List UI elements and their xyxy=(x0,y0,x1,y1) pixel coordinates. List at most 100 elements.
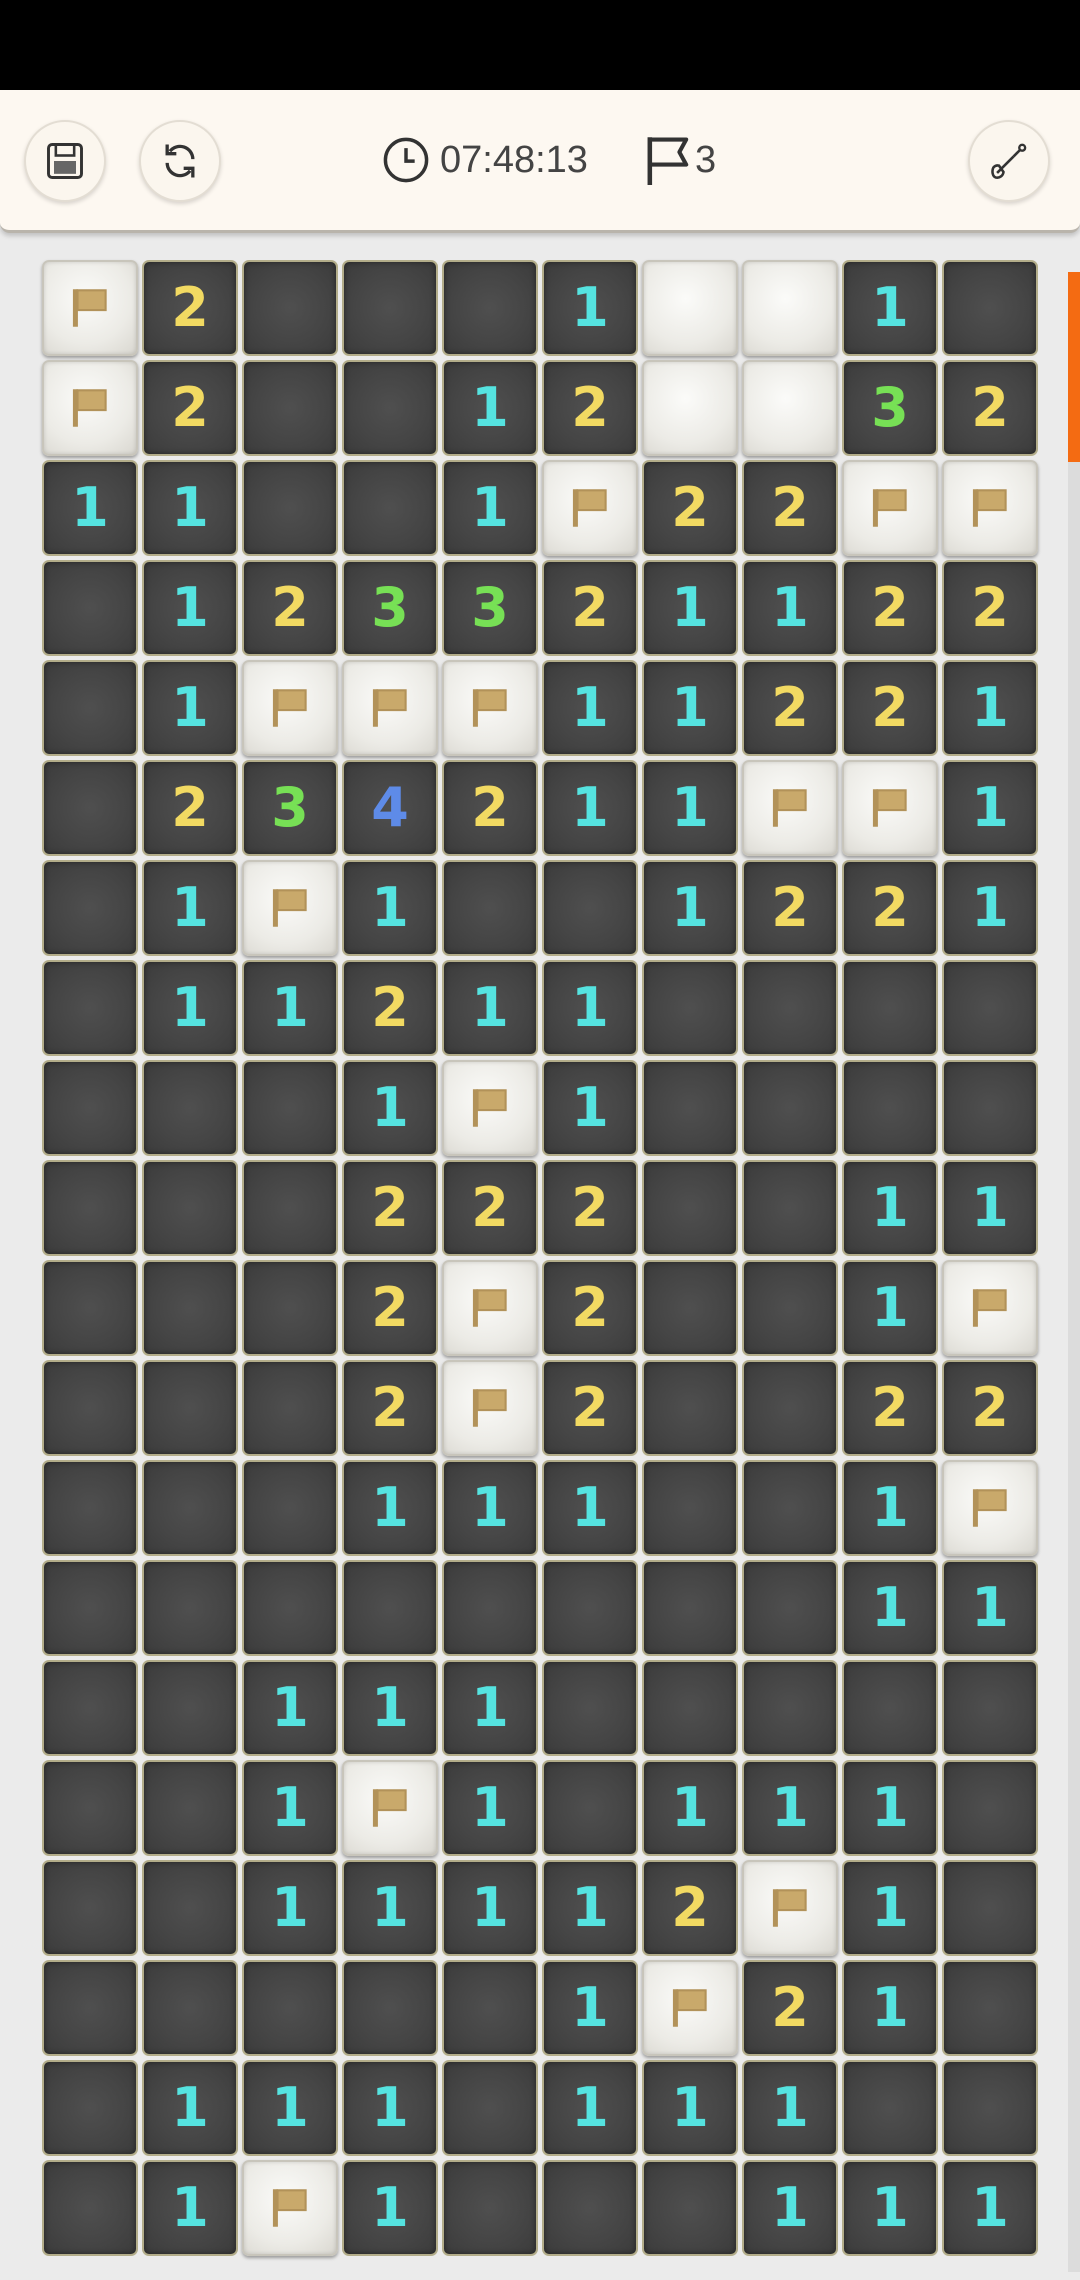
empty-cell[interactable] xyxy=(40,958,140,1058)
number-cell[interactable]: 1 xyxy=(640,858,740,958)
number-cell[interactable]: 1 xyxy=(240,958,340,1058)
hidden-cell[interactable] xyxy=(640,358,740,458)
empty-cell[interactable] xyxy=(540,1658,640,1758)
empty-cell[interactable] xyxy=(140,1658,240,1758)
number-cell[interactable]: 1 xyxy=(940,658,1040,758)
number-cell[interactable]: 2 xyxy=(940,358,1040,458)
flagged-cell[interactable] xyxy=(840,458,940,558)
number-cell[interactable]: 2 xyxy=(540,558,640,658)
empty-cell[interactable] xyxy=(40,2158,140,2258)
number-cell[interactable]: 2 xyxy=(840,658,940,758)
empty-cell[interactable] xyxy=(240,1058,340,1158)
empty-cell[interactable] xyxy=(40,758,140,858)
scrollbar-track[interactable] xyxy=(1068,272,1080,2272)
number-cell[interactable]: 2 xyxy=(840,558,940,658)
empty-cell[interactable] xyxy=(40,1258,140,1358)
empty-cell[interactable] xyxy=(740,1058,840,1158)
empty-cell[interactable] xyxy=(340,458,440,558)
flagged-cell[interactable] xyxy=(240,658,340,758)
number-cell[interactable]: 1 xyxy=(540,2058,640,2158)
number-cell[interactable]: 2 xyxy=(540,1158,640,1258)
empty-cell[interactable] xyxy=(740,1658,840,1758)
flagged-cell[interactable] xyxy=(40,358,140,458)
number-cell[interactable]: 1 xyxy=(840,258,940,358)
number-cell[interactable]: 1 xyxy=(340,1458,440,1558)
empty-cell[interactable] xyxy=(740,1458,840,1558)
number-cell[interactable]: 3 xyxy=(240,758,340,858)
empty-cell[interactable] xyxy=(340,258,440,358)
empty-cell[interactable] xyxy=(540,2158,640,2258)
empty-cell[interactable] xyxy=(40,658,140,758)
number-cell[interactable]: 2 xyxy=(740,658,840,758)
number-cell[interactable]: 1 xyxy=(840,1558,940,1658)
number-cell[interactable]: 1 xyxy=(140,958,240,1058)
empty-cell[interactable] xyxy=(140,1358,240,1458)
number-cell[interactable]: 1 xyxy=(540,1858,640,1958)
hidden-cell[interactable] xyxy=(740,358,840,458)
empty-cell[interactable] xyxy=(640,1358,740,1458)
number-cell[interactable]: 2 xyxy=(340,1258,440,1358)
empty-cell[interactable] xyxy=(940,1658,1040,1758)
flagged-cell[interactable] xyxy=(740,758,840,858)
number-cell[interactable]: 1 xyxy=(440,1458,540,1558)
empty-cell[interactable] xyxy=(840,2058,940,2158)
number-cell[interactable]: 1 xyxy=(340,2058,440,2158)
empty-cell[interactable] xyxy=(740,1558,840,1658)
number-cell[interactable]: 1 xyxy=(140,458,240,558)
empty-cell[interactable] xyxy=(340,358,440,458)
number-cell[interactable]: 2 xyxy=(540,1358,640,1458)
empty-cell[interactable] xyxy=(440,258,540,358)
flagged-cell[interactable] xyxy=(940,458,1040,558)
empty-cell[interactable] xyxy=(140,1158,240,1258)
empty-cell[interactable] xyxy=(940,1958,1040,2058)
empty-cell[interactable] xyxy=(740,958,840,1058)
flagged-cell[interactable] xyxy=(440,1258,540,1358)
empty-cell[interactable] xyxy=(140,1958,240,2058)
number-cell[interactable]: 1 xyxy=(340,1858,440,1958)
flagged-cell[interactable] xyxy=(740,1858,840,1958)
number-cell[interactable]: 1 xyxy=(640,658,740,758)
number-cell[interactable]: 1 xyxy=(540,1458,640,1558)
empty-cell[interactable] xyxy=(240,258,340,358)
number-cell[interactable]: 2 xyxy=(740,458,840,558)
number-cell[interactable]: 1 xyxy=(940,2158,1040,2258)
dig-mode-button[interactable] xyxy=(968,120,1050,202)
number-cell[interactable]: 2 xyxy=(840,858,940,958)
empty-cell[interactable] xyxy=(640,958,740,1058)
empty-cell[interactable] xyxy=(640,1558,740,1658)
empty-cell[interactable] xyxy=(640,2158,740,2258)
number-cell[interactable]: 1 xyxy=(640,1758,740,1858)
number-cell[interactable]: 1 xyxy=(840,1958,940,2058)
number-cell[interactable]: 1 xyxy=(940,1558,1040,1658)
number-cell[interactable]: 1 xyxy=(140,2158,240,2258)
empty-cell[interactable] xyxy=(40,1658,140,1758)
empty-cell[interactable] xyxy=(440,2158,540,2258)
empty-cell[interactable] xyxy=(340,1558,440,1658)
empty-cell[interactable] xyxy=(440,1558,540,1658)
number-cell[interactable]: 3 xyxy=(340,558,440,658)
number-cell[interactable]: 1 xyxy=(740,1758,840,1858)
empty-cell[interactable] xyxy=(640,1458,740,1558)
scrollbar-thumb[interactable] xyxy=(1068,272,1080,462)
number-cell[interactable]: 2 xyxy=(440,1158,540,1258)
empty-cell[interactable] xyxy=(940,1758,1040,1858)
empty-cell[interactable] xyxy=(140,1258,240,1358)
empty-cell[interactable] xyxy=(40,1358,140,1458)
empty-cell[interactable] xyxy=(40,1558,140,1658)
empty-cell[interactable] xyxy=(740,1358,840,1458)
number-cell[interactable]: 1 xyxy=(440,1758,540,1858)
empty-cell[interactable] xyxy=(240,1258,340,1358)
number-cell[interactable]: 1 xyxy=(340,1658,440,1758)
number-cell[interactable]: 1 xyxy=(640,558,740,658)
number-cell[interactable]: 1 xyxy=(540,658,640,758)
number-cell[interactable]: 3 xyxy=(840,358,940,458)
empty-cell[interactable] xyxy=(240,1958,340,2058)
empty-cell[interactable] xyxy=(940,258,1040,358)
empty-cell[interactable] xyxy=(940,958,1040,1058)
number-cell[interactable]: 1 xyxy=(740,2158,840,2258)
empty-cell[interactable] xyxy=(140,1858,240,1958)
empty-cell[interactable] xyxy=(240,1458,340,1558)
flagged-cell[interactable] xyxy=(340,1758,440,1858)
number-cell[interactable]: 1 xyxy=(840,1258,940,1358)
number-cell[interactable]: 1 xyxy=(440,458,540,558)
